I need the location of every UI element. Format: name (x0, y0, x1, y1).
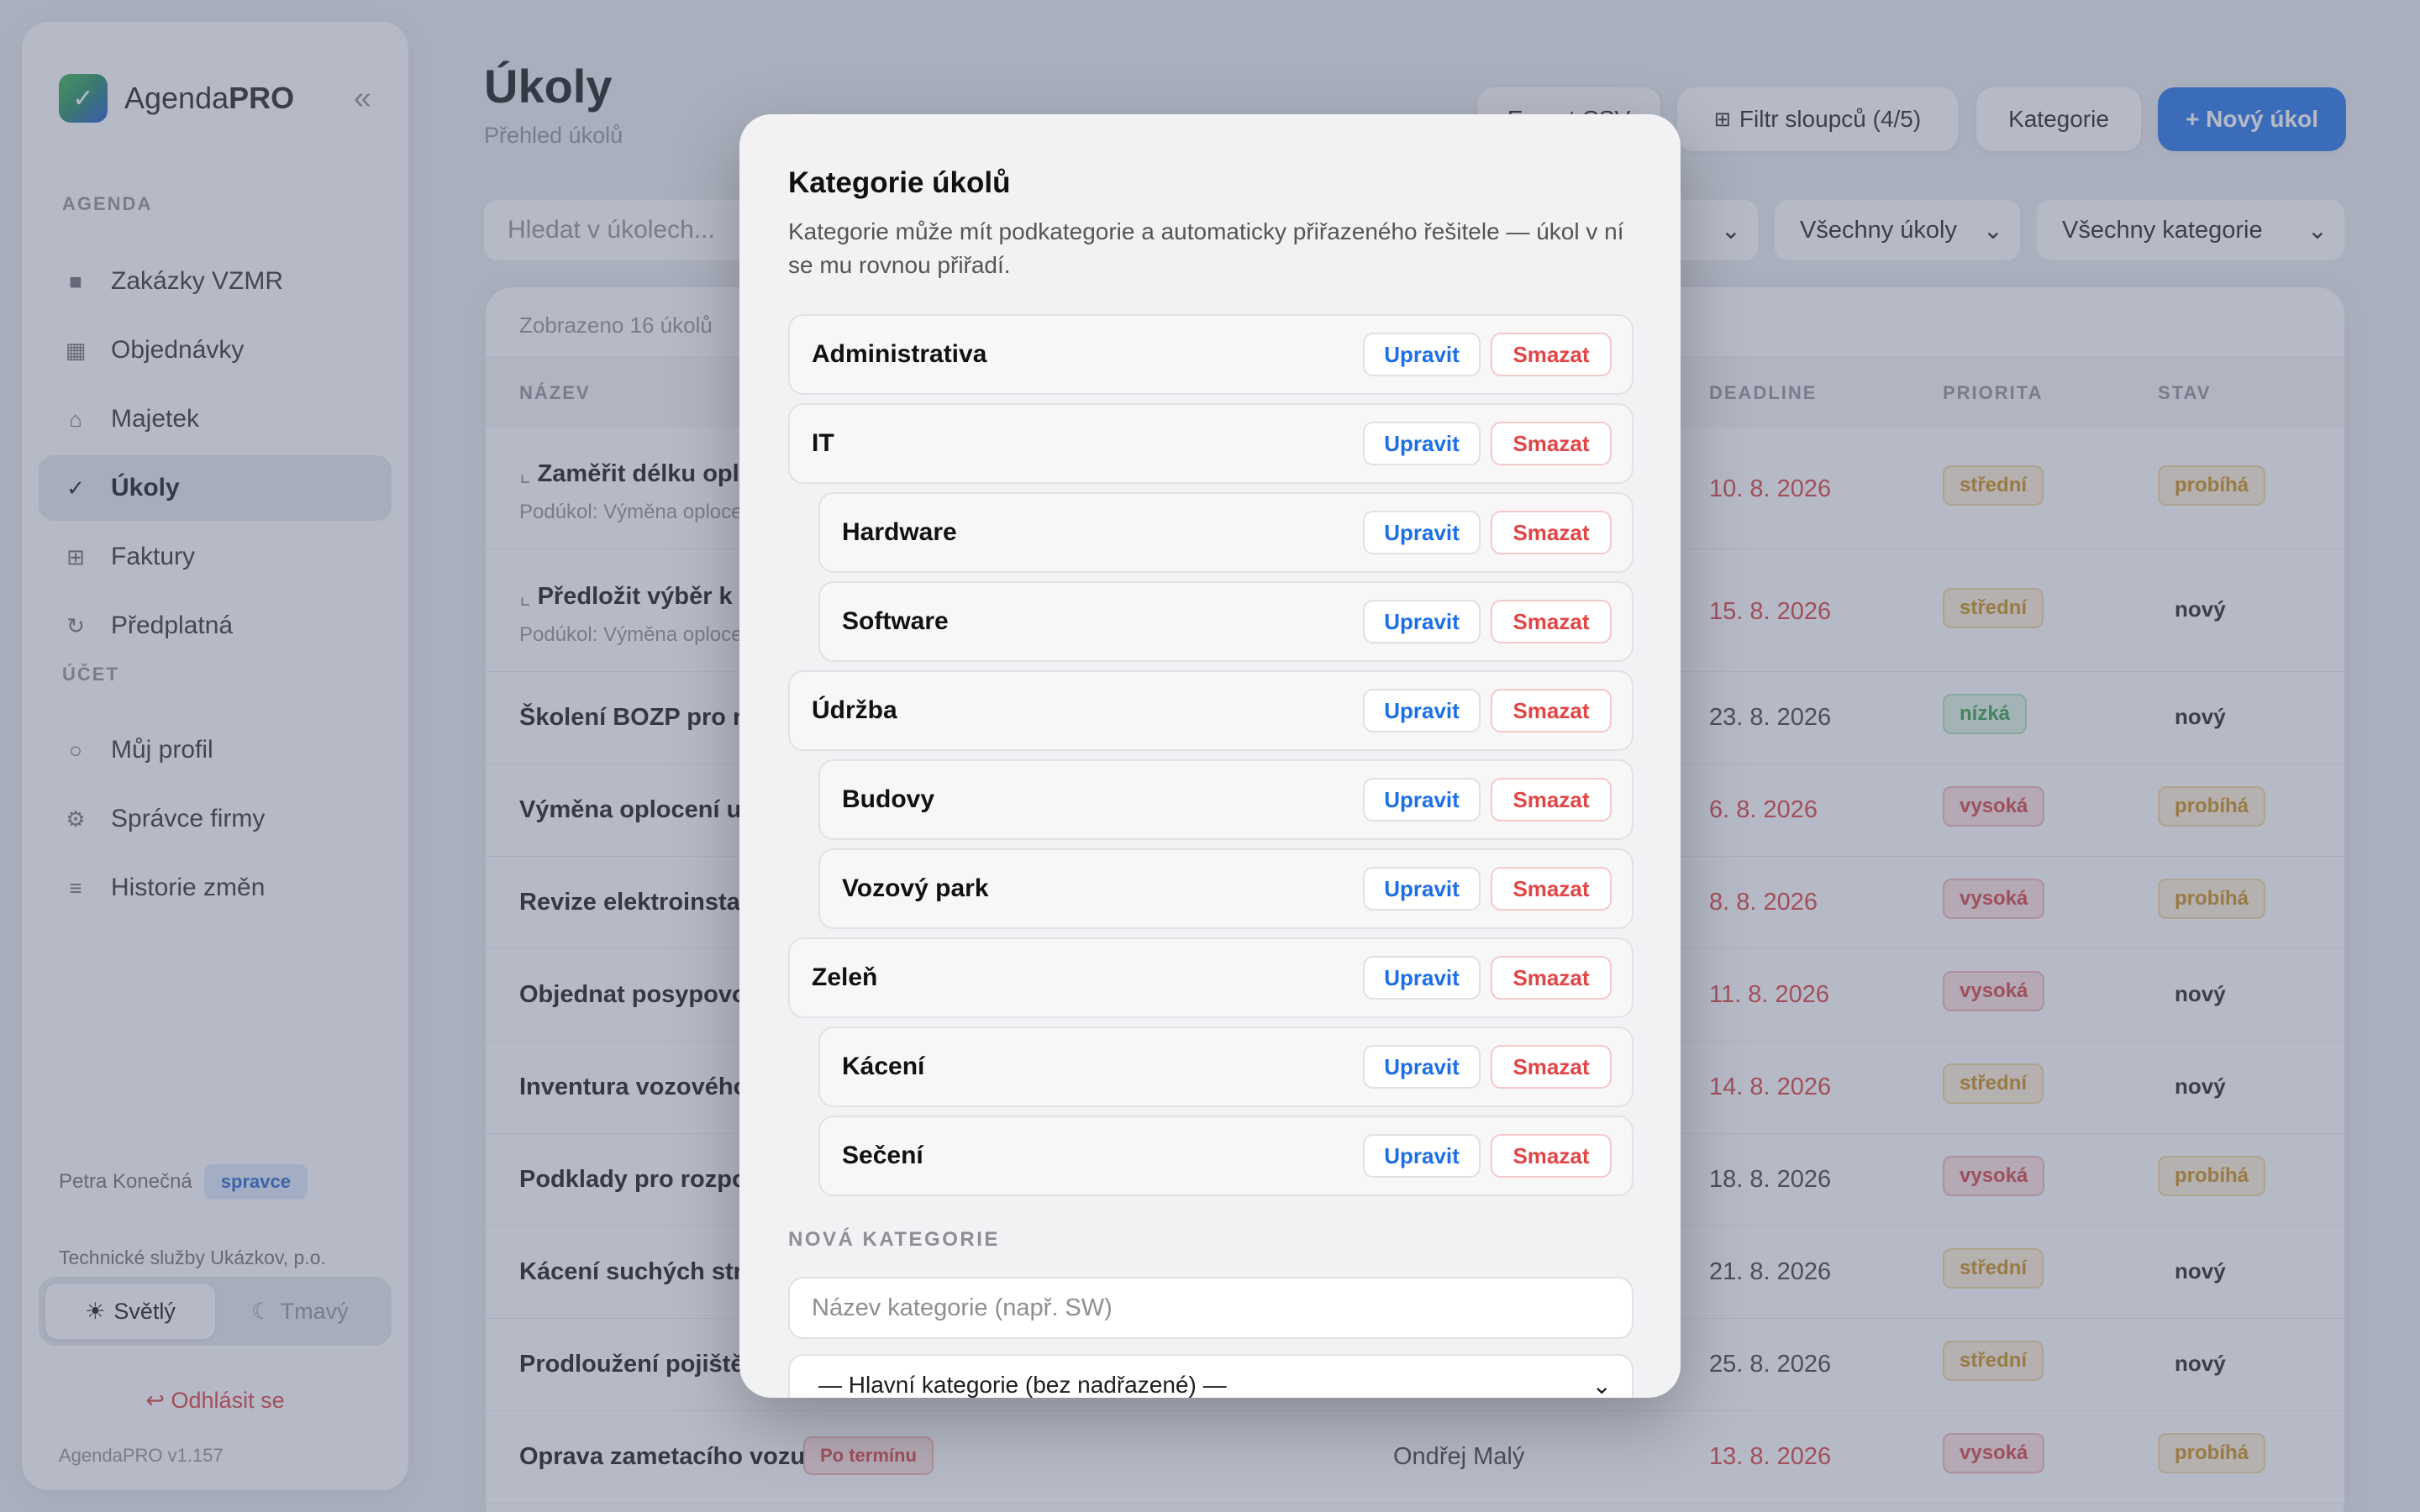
edit-category-button[interactable]: Upravit (1363, 511, 1481, 554)
category-name: Administrativa (812, 340, 987, 368)
delete-category-button[interactable]: Smazat (1491, 333, 1612, 376)
category-row: Údržba Upravit Smazat (788, 670, 1634, 751)
delete-category-button[interactable]: Smazat (1491, 778, 1612, 822)
category-row: IT Upravit Smazat (788, 403, 1634, 484)
category-name: Budovy (842, 785, 935, 813)
new-category-section-label: NOVÁ KATEGORIE (788, 1228, 1000, 1251)
category-name: IT (812, 429, 834, 457)
new-category-name-input[interactable]: Název kategorie (např. SW) (788, 1277, 1634, 1339)
edit-category-button[interactable]: Upravit (1363, 333, 1481, 376)
category-row: Zeleň Upravit Smazat (788, 937, 1634, 1018)
edit-category-button[interactable]: Upravit (1363, 600, 1481, 643)
chevron-down-icon: ⌄ (1591, 1372, 1612, 1399)
delete-category-button[interactable]: Smazat (1491, 867, 1612, 911)
category-name: Vozový park (842, 874, 989, 902)
delete-category-button[interactable]: Smazat (1491, 600, 1612, 643)
category-name: Údržba (812, 696, 897, 724)
edit-category-button[interactable]: Upravit (1363, 867, 1481, 911)
edit-category-button[interactable]: Upravit (1363, 778, 1481, 822)
categories-modal: Kategorie úkolů Kategorie může mít podka… (739, 114, 1681, 1398)
parent-category-select[interactable]: — Hlavní kategorie (bez nadřazené) — ⌄ (788, 1354, 1634, 1398)
edit-category-button[interactable]: Upravit (1363, 1134, 1481, 1178)
category-name: Sečení (842, 1142, 923, 1169)
subcategory-row: Kácení Upravit Smazat (818, 1026, 1634, 1107)
subcategory-row: Sečení Upravit Smazat (818, 1116, 1634, 1196)
edit-category-button[interactable]: Upravit (1363, 956, 1481, 1000)
delete-category-button[interactable]: Smazat (1491, 1045, 1612, 1089)
category-name: Software (842, 607, 949, 635)
subcategory-row: Budovy Upravit Smazat (818, 759, 1634, 840)
edit-category-button[interactable]: Upravit (1363, 1045, 1481, 1089)
subcategory-row: Software Upravit Smazat (818, 581, 1634, 662)
category-row: Administrativa Upravit Smazat (788, 314, 1634, 395)
delete-category-button[interactable]: Smazat (1491, 956, 1612, 1000)
delete-category-button[interactable]: Smazat (1491, 511, 1612, 554)
edit-category-button[interactable]: Upravit (1363, 689, 1481, 732)
delete-category-button[interactable]: Smazat (1491, 689, 1612, 732)
subcategory-row: Hardware Upravit Smazat (818, 492, 1634, 573)
edit-category-button[interactable]: Upravit (1363, 422, 1481, 465)
delete-category-button[interactable]: Smazat (1491, 422, 1612, 465)
category-name: Zeleň (812, 963, 878, 991)
category-name: Kácení (842, 1053, 925, 1080)
subcategory-row: Vozový park Upravit Smazat (818, 848, 1634, 929)
category-name: Hardware (842, 518, 957, 546)
modal-title: Kategorie úkolů (788, 166, 1011, 199)
parent-category-value: — Hlavní kategorie (bez nadřazené) — (818, 1372, 1227, 1398)
modal-description: Kategorie může mít podkategorie a automa… (788, 218, 1624, 278)
delete-category-button[interactable]: Smazat (1491, 1134, 1612, 1178)
